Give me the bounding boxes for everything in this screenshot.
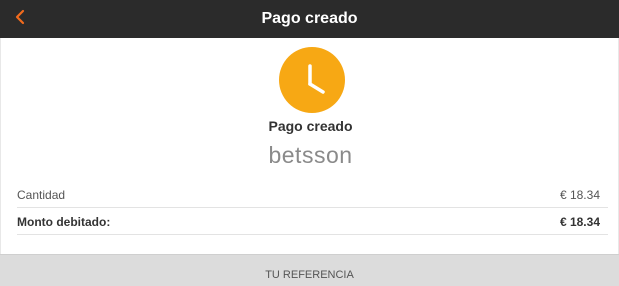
reference-section[interactable]: TU REFERENCIA	[0, 254, 619, 286]
amount-value: € 18.34	[559, 187, 600, 202]
payment-summary: Pago creado betsson Cantidad € 18.34 Mon…	[0, 38, 619, 254]
merchant-logo: betsson	[268, 142, 353, 168]
clock-icon	[279, 47, 345, 113]
payment-confirmation-page: Pago creado Pago creado betsson Cantidad…	[0, 0, 619, 286]
status-title: Pago creado	[268, 118, 353, 134]
back-button[interactable]	[8, 6, 32, 32]
reference-label: TU REFERENCIA	[265, 268, 354, 281]
debited-label: Monto debitado:	[17, 214, 111, 229]
debited-row: Monto debitado: € 18.34	[17, 209, 608, 235]
debited-value: € 18.34	[559, 214, 600, 229]
chevron-left-icon	[13, 8, 27, 31]
top-bar: Pago creado	[0, 0, 619, 38]
page-title: Pago creado	[261, 10, 358, 27]
amount-row: Cantidad € 18.34	[17, 182, 608, 208]
amount-label: Cantidad	[17, 187, 66, 202]
